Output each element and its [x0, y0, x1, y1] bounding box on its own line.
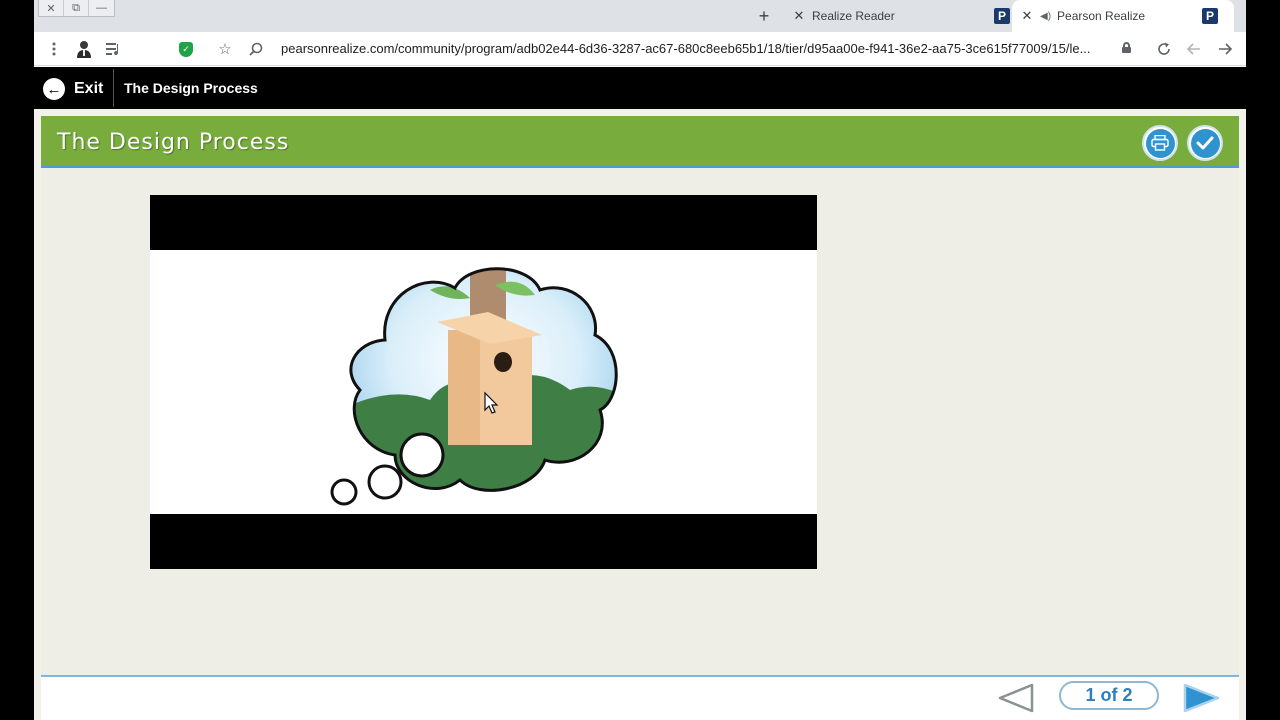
exit-label: Exit	[74, 80, 104, 97]
menu-dots-icon[interactable]	[44, 39, 64, 59]
tab-realize-reader[interactable]: ✕ Realize Reader P	[792, 0, 1010, 32]
security-shield-icon[interactable]: ✓	[176, 39, 196, 59]
minimize-window-icon[interactable]: —	[89, 0, 114, 16]
tab-title: Realize Reader	[812, 9, 895, 23]
close-window-icon[interactable]: ✕	[39, 0, 64, 16]
app-header: ← Exit The Design Process	[34, 67, 1246, 109]
letterbox-bottom	[150, 514, 817, 569]
bookmark-star-icon[interactable]: ☆	[215, 39, 235, 59]
lesson-title-bar: The Design Process	[41, 116, 1239, 168]
header-title: The Design Process	[124, 80, 258, 96]
new-tab-button[interactable]: +	[754, 5, 774, 27]
browser-window: ✕ ⧉ — + ✕ Realize Reader P ✕ ◀) Pearson …	[34, 0, 1246, 720]
window-controls: ✕ ⧉ —	[38, 0, 115, 17]
tab-strip: ✕ ⧉ — + ✕ Realize Reader P ✕ ◀) Pearson …	[34, 0, 1246, 32]
lesson-heading: The Design Process	[57, 130, 290, 155]
lesson-footer: 1 of 2	[41, 675, 1239, 720]
media-controls-icon[interactable]	[104, 39, 124, 59]
checkmark-icon	[1190, 128, 1220, 158]
previous-page-button[interactable]	[997, 683, 1035, 718]
screen: ✕ ⧉ — + ✕ Realize Reader P ✕ ◀) Pearson …	[0, 0, 1280, 720]
tab-title: Pearson Realize	[1057, 9, 1146, 23]
zoom-search-icon[interactable]	[246, 39, 266, 59]
print-button[interactable]	[1142, 125, 1178, 161]
pearson-favicon-icon: P	[994, 8, 1010, 24]
printer-icon	[1145, 128, 1175, 158]
arrow-left-icon: ←	[43, 78, 65, 100]
forward-arrow-icon[interactable]	[1215, 39, 1235, 59]
audio-playing-icon[interactable]: ◀)	[1040, 11, 1051, 22]
triangle-right-icon	[1183, 683, 1220, 713]
close-tab-icon[interactable]: ✕	[1020, 8, 1034, 24]
pearson-favicon-icon: P	[1202, 8, 1218, 24]
lock-icon[interactable]	[1122, 42, 1131, 53]
birdhouse-thought-image	[330, 267, 618, 506]
lesson-content: The Design Process 1 of 2	[34, 109, 1246, 720]
page-indicator: 1 of 2	[1059, 681, 1159, 710]
triangle-left-icon	[998, 683, 1034, 713]
browser-toolbar: ✓ ☆ pearsonrealize.com/community/program…	[34, 32, 1246, 66]
exit-button[interactable]: ← Exit	[43, 78, 103, 100]
restore-window-icon[interactable]: ⧉	[64, 0, 89, 16]
header-divider	[113, 69, 114, 107]
lesson-frame: The Design Process 1 of 2	[41, 116, 1239, 720]
profile-avatar-icon[interactable]	[74, 39, 94, 59]
tab-pearson-realize[interactable]: ✕ ◀) Pearson Realize P	[1012, 0, 1234, 32]
letterbox-top	[150, 195, 817, 250]
address-bar[interactable]: pearsonrealize.com/community/program/adb…	[281, 41, 1121, 56]
complete-button[interactable]	[1187, 125, 1223, 161]
video-player[interactable]	[150, 195, 817, 569]
next-page-button[interactable]	[1181, 683, 1221, 718]
reload-icon[interactable]	[1154, 39, 1174, 59]
close-tab-icon[interactable]: ✕	[792, 8, 806, 24]
back-arrow-icon[interactable]	[1184, 39, 1204, 59]
